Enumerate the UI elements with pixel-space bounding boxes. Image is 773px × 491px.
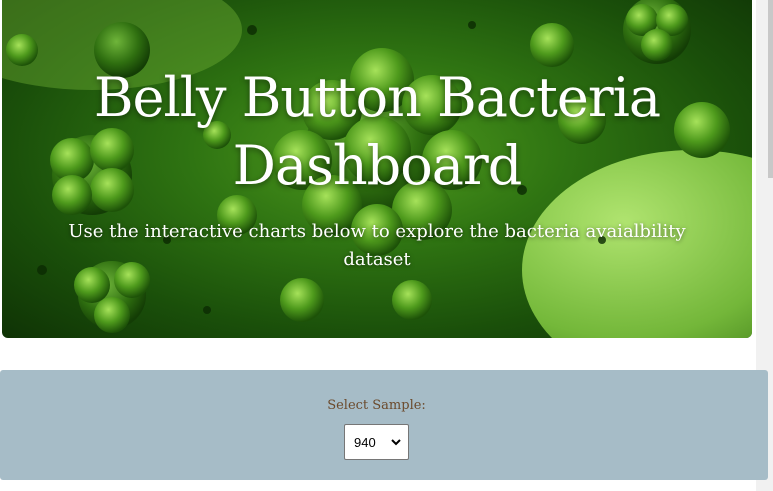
page-subtitle-line-1: Use the interactive charts below to expl… — [68, 221, 686, 242]
page-title: Belly Button Bacteria Dashboard — [2, 64, 752, 200]
page-subtitle-line-2: dataset — [343, 249, 411, 270]
dashboard-page: Belly Button Bacteria Dashboard Use the … — [0, 0, 773, 491]
page-title-line-1: Belly Button Bacteria — [93, 66, 661, 129]
select-sample-label: Select Sample: — [327, 398, 426, 413]
page-subtitle: Use the interactive charts below to expl… — [42, 218, 712, 274]
scrollbar-thumb[interactable] — [768, 0, 773, 178]
sample-select-dropdown[interactable]: 940 — [344, 424, 409, 460]
sample-select-value: 940 — [354, 435, 376, 450]
chevron-down-icon — [391, 439, 401, 446]
page-title-line-2: Dashboard — [232, 134, 523, 197]
hero-banner: Belly Button Bacteria Dashboard Use the … — [2, 0, 752, 338]
